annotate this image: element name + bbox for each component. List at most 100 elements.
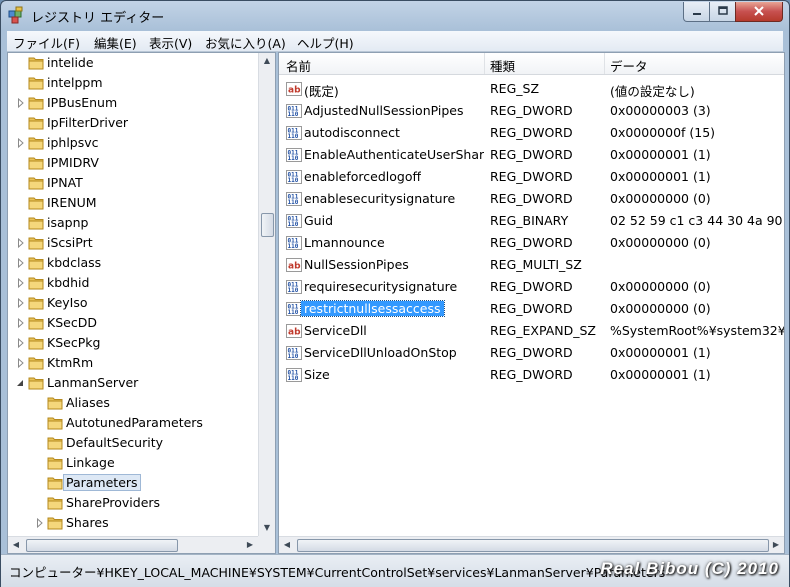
menu-view[interactable]: 表示(V)	[149, 33, 192, 52]
key-tree-pane[interactable]: intelide intelppm IPBusEnum IpFilterDriv…	[7, 52, 276, 554]
value-name: NullSessionPipes	[304, 257, 409, 272]
binary-value-icon: 011 110	[286, 170, 302, 184]
column-divider[interactable]	[484, 53, 485, 74]
menu-edit[interactable]: 編集(E)	[94, 33, 137, 52]
column-type[interactable]: 種類	[490, 56, 515, 75]
close-button[interactable]	[735, 2, 783, 22]
column-data[interactable]: データ	[610, 56, 648, 75]
expand-arrow-icon[interactable]	[17, 278, 25, 288]
tree-item[interactable]: kbdclass	[8, 253, 258, 273]
tree-item[interactable]: isapnp	[8, 213, 258, 233]
list-hscroll-thumb[interactable]	[297, 539, 769, 552]
value-row[interactable]: 011 110 Guid REG_BINARY 02 52 59 c1 c3 44 3…	[279, 210, 784, 232]
tree-scroll-thumb[interactable]	[261, 213, 274, 237]
expand-arrow-icon[interactable]	[17, 138, 25, 148]
tree-item-label: kbdhid	[47, 275, 90, 290]
value-row[interactable]: 011 110 Lmannounce REG_DWORD 0x00000000 (0)	[279, 232, 784, 254]
tree-item-label: IPNAT	[47, 175, 83, 190]
tree-vertical-scrollbar[interactable]: ▲ ▼	[258, 53, 275, 536]
value-name: EnableAuthenticateUserShar...	[304, 147, 484, 162]
value-row[interactable]: 011 110 requiresecuritysignature REG_DWORD…	[279, 276, 784, 298]
value-row[interactable]: 011 110 enableforcedlogoff REG_DWORD 0x0000…	[279, 166, 784, 188]
value-row[interactable]: 011 110 AdjustedNullSessionPipes REG_DWORD…	[279, 100, 784, 122]
tree-item[interactable]: iScsiPrt	[8, 233, 258, 253]
svg-text:110: 110	[288, 155, 299, 162]
tree-item[interactable]: Shares	[8, 513, 258, 533]
tree-item[interactable]: IpFilterDriver	[8, 113, 258, 133]
svg-text:ab: ab	[288, 262, 301, 272]
value-row[interactable]: 011 110 enablesecuritysignature REG_DWORD 0…	[279, 188, 784, 210]
tree-item[interactable]: Linkage	[8, 453, 258, 473]
expand-arrow-icon[interactable]	[17, 358, 25, 368]
tree-item-label: KSecPkg	[47, 335, 101, 350]
tree-item-label: iScsiPrt	[47, 235, 93, 250]
scroll-down-arrow-icon[interactable]: ▼	[259, 520, 275, 536]
tree-item[interactable]: KeyIso	[8, 293, 258, 313]
expand-arrow-icon[interactable]	[17, 318, 25, 328]
tree-item[interactable]: IPBusEnum	[8, 93, 258, 113]
value-row[interactable]: 011 110 Size REG_DWORD 0x00000001 (1)	[279, 364, 784, 386]
values-list-pane[interactable]: 名前 種類 データ ab (既定) REG_SZ (値の設定なし) 011 110 Ad…	[278, 52, 785, 554]
title-bar[interactable]: レジストリ エディター	[1, 1, 789, 31]
expand-arrow-icon[interactable]	[36, 518, 44, 528]
tree-item[interactable]: LanmanServer	[8, 373, 258, 393]
column-divider[interactable]	[604, 53, 605, 74]
tree-item[interactable]: KSecPkg	[8, 333, 258, 353]
value-type: REG_BINARY	[490, 213, 569, 228]
value-row[interactable]: ab ServiceDll REG_EXPAND_SZ %SystemRoot%¥sy…	[279, 320, 784, 342]
value-type: REG_MULTI_SZ	[490, 257, 582, 272]
tree-item[interactable]: intelppm	[8, 73, 258, 93]
scroll-right-arrow-icon[interactable]: ▶	[768, 537, 784, 553]
minimize-button[interactable]	[683, 2, 710, 22]
scroll-left-arrow-icon[interactable]: ◀	[279, 537, 295, 553]
tree-item[interactable]: intelide	[8, 53, 258, 73]
value-name: enablesecuritysignature	[304, 191, 456, 206]
column-name[interactable]: 名前	[286, 56, 311, 75]
tree-item[interactable]: KtmRm	[8, 353, 258, 373]
scroll-left-arrow-icon[interactable]: ◀	[8, 537, 24, 553]
expand-arrow-icon[interactable]	[17, 338, 25, 348]
tree-item[interactable]: ShareProviders	[8, 493, 258, 513]
value-row[interactable]: ab (既定) REG_SZ (値の設定なし)	[279, 78, 784, 100]
expand-arrow-icon[interactable]	[17, 298, 25, 308]
tree-item[interactable]: IPMIDRV	[8, 153, 258, 173]
scroll-right-arrow-icon[interactable]: ▶	[242, 537, 258, 553]
collapse-arrow-icon[interactable]	[16, 378, 24, 388]
value-row[interactable]: 011 110 EnableAuthenticateUserShar... REG_…	[279, 144, 784, 166]
expand-arrow-icon[interactable]	[17, 98, 25, 108]
tree-horizontal-scrollbar[interactable]: ◀ ▶	[8, 536, 258, 553]
tree-item-label: IPBusEnum	[47, 95, 118, 110]
menu-file[interactable]: ファイル(F)	[13, 33, 80, 52]
tree-item[interactable]: Parameters	[8, 473, 258, 493]
value-type: REG_DWORD	[490, 125, 573, 140]
tree-item[interactable]: Aliases	[8, 393, 258, 413]
tree-item[interactable]: AutotunedParameters	[8, 413, 258, 433]
value-row[interactable]: ab NullSessionPipes REG_MULTI_SZ	[279, 254, 784, 276]
tree-item[interactable]: DefaultSecurity	[8, 433, 258, 453]
menu-favorites[interactable]: お気に入り(A)	[205, 33, 286, 52]
tree-item[interactable]: kbdhid	[8, 273, 258, 293]
expand-arrow-icon[interactable]	[17, 258, 25, 268]
tree-item-label: DefaultSecurity	[66, 435, 164, 450]
string-value-icon: ab	[286, 258, 302, 272]
list-horizontal-scrollbar[interactable]: ◀ ▶	[279, 536, 784, 553]
tree-item[interactable]: iphlpsvc	[8, 133, 258, 153]
value-type: REG_SZ	[490, 81, 540, 96]
expand-arrow-icon[interactable]	[17, 238, 25, 248]
value-row[interactable]: 011 110 ServiceDllUnloadOnStop REG_DWORD 0x…	[279, 342, 784, 364]
tree-item[interactable]: KSecDD	[8, 313, 258, 333]
folder-icon	[28, 357, 44, 370]
tree-item[interactable]: IRENUM	[8, 193, 258, 213]
tree-item[interactable]: IPNAT	[8, 173, 258, 193]
value-row[interactable]: 011 110 autodisconnect REG_DWORD 0x0000000f…	[279, 122, 784, 144]
value-row[interactable]: 011 110 restrictnullsessaccess REG_DWORD 0x…	[279, 298, 784, 320]
maximize-button[interactable]	[709, 2, 736, 22]
menu-help[interactable]: ヘルプ(H)	[297, 33, 354, 52]
value-type: REG_DWORD	[490, 147, 573, 162]
scroll-up-arrow-icon[interactable]: ▲	[259, 53, 275, 69]
folder-icon	[47, 437, 63, 450]
tree-item-label: intelppm	[47, 75, 103, 90]
svg-text:ab: ab	[288, 86, 301, 96]
tree-hscroll-thumb[interactable]	[26, 539, 178, 552]
folder-icon	[28, 237, 44, 250]
